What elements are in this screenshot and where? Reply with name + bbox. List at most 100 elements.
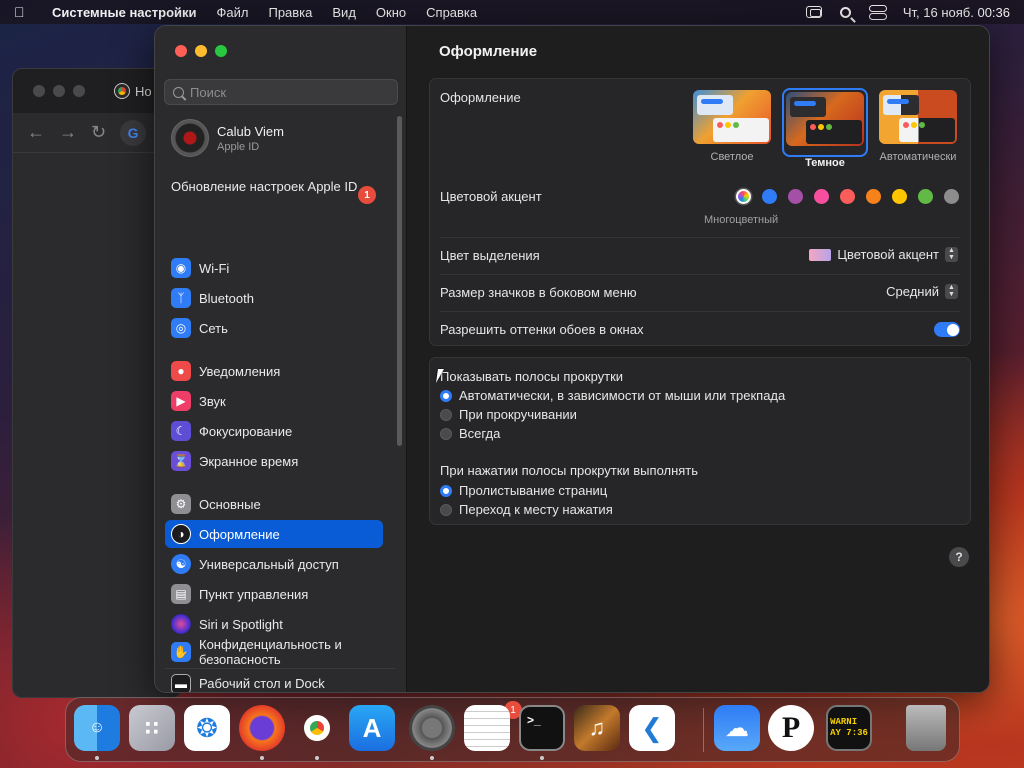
weather-icon[interactable]: ☁ [714,705,760,751]
sidebar-item-label: Фокусирование [199,423,293,439]
sidebar-item-appearance[interactable]: ◑ Оформление [165,520,383,548]
accent-color-swatch[interactable] [918,189,933,204]
menu-bar:  Системные настройки Файл Правка Вид Ок… [0,0,1024,24]
radio-click-page[interactable]: Пролистывание страниц [440,483,607,498]
menu-file[interactable]: Файл [217,5,249,20]
accent-color-swatch[interactable] [762,189,777,204]
menu-help[interactable]: Справка [426,5,477,20]
sidebar-item-focus[interactable]: ☾ Фокусирование [165,417,383,445]
profile-name: Calub Viem [217,123,284,139]
accent-color-swatch[interactable] [944,189,959,204]
accent-color-swatch[interactable] [814,189,829,204]
reload-icon[interactable]: ↻ [91,122,106,143]
trash-icon[interactable] [906,705,946,751]
accent-color-swatch[interactable] [788,189,803,204]
radio-scroll-auto[interactable]: Автоматически, в зависимости от мыши или… [440,388,785,403]
radio-scroll-when-scrolling[interactable]: При прокручивании [440,407,577,422]
vscode-icon[interactable]: ❮ [629,705,675,751]
radio-button[interactable] [440,408,452,421]
accent-color-swatch[interactable] [840,189,855,204]
garageband-icon[interactable]: ♫ [574,705,620,751]
stepper-icon: ▲ ▼ [945,284,958,299]
chrome-zoom-button[interactable] [73,85,85,97]
accent-multicolor-swatch[interactable] [736,189,751,204]
chrome-minimize-button[interactable] [53,85,65,97]
sidebar-item-label: Bluetooth [199,290,254,306]
chrome-tab-label: Но [135,83,152,99]
firefox-icon[interactable] [239,705,285,751]
console-warning-icon[interactable]: WARNI AY 7:36 [826,705,872,751]
chrome-close-button[interactable] [33,85,45,97]
sidebar-item-wifi[interactable]: ◉ Wi-Fi [165,254,383,282]
back-arrow-icon[interactable]: ← [27,122,45,143]
menu-window[interactable]: Окно [376,5,406,20]
chrome-tab[interactable]: Но [114,83,152,99]
stage-manager-icon[interactable] [805,6,822,18]
sidebar-item-general[interactable]: ⚙ Основные [165,490,383,518]
theme-dark-option[interactable]: Темное [782,88,868,169]
sidebar-item-label: Wi-Fi [199,260,230,276]
sidebar-item-desktop-dock[interactable]: ▬ Рабочий стол и Dock [165,668,395,692]
radio-scroll-always[interactable]: Всегда [440,426,500,441]
p-app-icon[interactable]: P [768,705,814,751]
sidebar-item-control-center[interactable]: ▤ Пункт управления [165,580,383,608]
menu-edit[interactable]: Правка [268,5,312,20]
finder-icon[interactable]: ☺ [74,705,120,751]
app-store-icon[interactable]: A [349,705,395,751]
search-input[interactable] [190,84,390,100]
globe-icon: ◎ [171,318,191,338]
sidebar-item-network[interactable]: ◎ Сеть [165,314,383,342]
textedit-icon[interactable] [464,705,510,751]
tint-toggle[interactable] [934,322,960,337]
apple-id-update-item[interactable]: Обновление настроек Apple ID [171,179,381,195]
moon-icon: ☾ [171,421,191,441]
sidebar-item-privacy[interactable]: ✋ Конфиденциальность и безопасность [165,634,365,670]
forward-arrow-icon[interactable]: → [59,122,77,143]
minimize-button[interactable] [195,45,207,57]
sidebar-item-screen-time[interactable]: ⌛ Экранное время [165,447,383,475]
accessibility-icon: ☯ [171,554,191,574]
control-center-icon[interactable] [868,5,887,20]
sidebar-scrollbar[interactable] [397,116,402,446]
search-field[interactable] [164,79,398,105]
close-button[interactable] [175,45,187,57]
menu-clock[interactable]: Чт, 16 нояб. 00:36 [903,5,1010,20]
hourglass-icon: ⌛ [171,451,191,471]
apple-menu-icon[interactable]:  [14,4,34,20]
menu-view[interactable]: Вид [332,5,356,20]
radio-button[interactable] [440,427,452,440]
theme-auto-option[interactable]: Автоматически [874,90,962,163]
launchpad-icon[interactable]: ∷ [129,705,175,751]
sidebar-item-notifications[interactable]: ● Уведомления [165,357,383,385]
apple-id-profile[interactable]: Calub Viem Apple ID [171,119,284,157]
accent-color-swatch[interactable] [892,189,907,204]
system-settings-icon[interactable] [409,705,455,751]
highlight-popup[interactable]: Цветовой акцент ▲ ▼ [809,247,958,262]
help-button[interactable]: ? [949,547,969,567]
dock-separator [703,708,704,752]
radio-click-spot[interactable]: Переход к месту нажатия [440,502,613,517]
siri-icon [171,614,191,634]
radio-label: Переход к месту нажатия [459,502,613,517]
zoom-button[interactable] [215,45,227,57]
spotlight-search-icon[interactable] [839,6,851,18]
accent-color-swatch[interactable] [866,189,881,204]
safari-icon[interactable]: ❂ [184,705,230,751]
terminal-icon[interactable]: >_ [519,705,565,751]
window-controls [175,45,227,57]
sidebar-item-bluetooth[interactable]: ᛉ Bluetooth [165,284,383,312]
sidebar-item-sound[interactable]: ▶ Звук [165,387,383,415]
menu-app-name[interactable]: Системные настройки [52,5,197,20]
google-icon[interactable]: G [120,119,147,146]
radio-button[interactable] [440,503,452,516]
tint-label: Разрешить оттенки обоев в окнах [440,322,644,337]
radio-button[interactable] [440,484,452,497]
theme-light-thumbnail [693,90,771,144]
theme-light-option[interactable]: Светлое [692,90,772,163]
dock: ☺ ∷ ❂ A 1 >_ ♫ ❮ ☁ P WARNI AY 7:36 [65,697,960,762]
sidebar-item-accessibility[interactable]: ☯ Универсальный доступ [165,550,383,578]
radio-button[interactable] [440,389,452,402]
icon-size-popup[interactable]: Средний ▲ ▼ [886,284,958,299]
content-pane: Оформление Оформление Светлое Темное Авт… [407,26,989,692]
chrome-icon[interactable] [294,705,340,751]
